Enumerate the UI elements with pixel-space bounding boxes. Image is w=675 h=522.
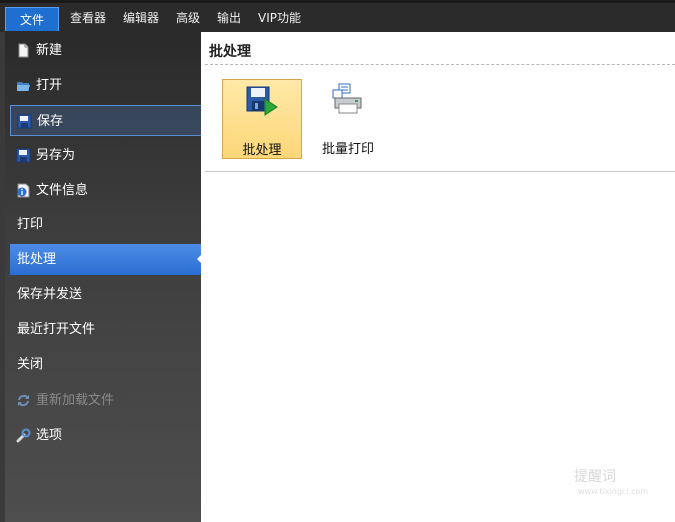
menu-file-tab[interactable]: 文件 xyxy=(5,7,59,31)
sidebar-item-new[interactable]: 新建 xyxy=(10,35,203,66)
file-sidebar: 新建 打开 保存 另存为 文件信息 打印 批处理 保存并发送 最近打开文件 关闭… xyxy=(0,32,204,522)
sidebar-item-close[interactable]: 关闭 xyxy=(10,349,203,380)
sidebar-item-save-and-send[interactable]: 保存并发送 xyxy=(10,279,203,310)
menu-editor[interactable]: 编辑器 xyxy=(123,8,159,29)
reload-icon xyxy=(18,394,29,407)
menu-viewer[interactable]: 查看器 xyxy=(70,8,106,29)
menu-vip[interactable]: VIP功能 xyxy=(258,8,301,29)
watermark-url: www.tixingci.com xyxy=(578,487,649,496)
sidebar-item-label: 打开 xyxy=(36,78,63,93)
batch-print-tile[interactable]: 批量打印 xyxy=(308,79,388,159)
sidebar-item-label: 打印 xyxy=(17,217,44,232)
sidebar-item-recent-files[interactable]: 最近打开文件 xyxy=(10,314,203,345)
title-divider xyxy=(205,64,675,65)
watermark: 提醒词 xyxy=(574,469,616,485)
sidebar-item-file-info[interactable]: 文件信息 xyxy=(10,175,203,206)
sidebar-item-reload: 重新加载文件 xyxy=(10,385,203,416)
tile-label: 批量打印 xyxy=(321,142,374,157)
sidebar-item-label: 新建 xyxy=(36,43,63,58)
sidebar-item-label: 另存为 xyxy=(36,148,76,163)
sidebar-item-print[interactable]: 打印 xyxy=(10,209,203,240)
wrench-icon xyxy=(16,428,31,443)
new-document-icon xyxy=(18,43,29,58)
sidebar-item-save[interactable]: 保存 xyxy=(10,105,203,136)
open-folder-icon xyxy=(17,82,30,91)
batch-print-icon xyxy=(332,83,362,114)
save-as-disk-icon xyxy=(16,148,31,163)
menu-bar: 文件 查看器 编辑器 高级 输出 VIP功能 xyxy=(0,0,675,32)
sidebar-item-options[interactable]: 选项 xyxy=(10,420,203,451)
sidebar-item-save-as[interactable]: 另存为 xyxy=(10,140,203,171)
sidebar-item-label: 文件信息 xyxy=(36,183,89,198)
sidebar-item-label: 最近打开文件 xyxy=(17,322,96,337)
tiles-divider xyxy=(205,171,675,172)
main-content: 批处理 批处理 批量打印 xyxy=(201,32,675,522)
menu-output[interactable]: 输出 xyxy=(217,8,241,29)
menu-advanced[interactable]: 高级 xyxy=(176,8,200,29)
save-disk-icon xyxy=(17,114,32,129)
tile-label: 批处理 xyxy=(242,143,282,158)
page-title: 批处理 xyxy=(209,44,251,60)
info-icon xyxy=(17,183,30,198)
sidebar-item-label: 重新加载文件 xyxy=(36,393,115,408)
sidebar-item-open[interactable]: 打开 xyxy=(10,70,203,101)
sidebar-item-label: 选项 xyxy=(36,428,63,443)
sidebar-item-batch[interactable]: 批处理 xyxy=(10,244,204,275)
batch-save-play-icon xyxy=(246,86,278,116)
sidebar-item-label: 批处理 xyxy=(17,252,57,267)
sidebar-item-label: 保存 xyxy=(37,114,64,129)
batch-process-tile[interactable]: 批处理 xyxy=(222,79,302,159)
sidebar-item-label: 关闭 xyxy=(17,357,44,372)
sidebar-item-label: 保存并发送 xyxy=(17,287,83,302)
